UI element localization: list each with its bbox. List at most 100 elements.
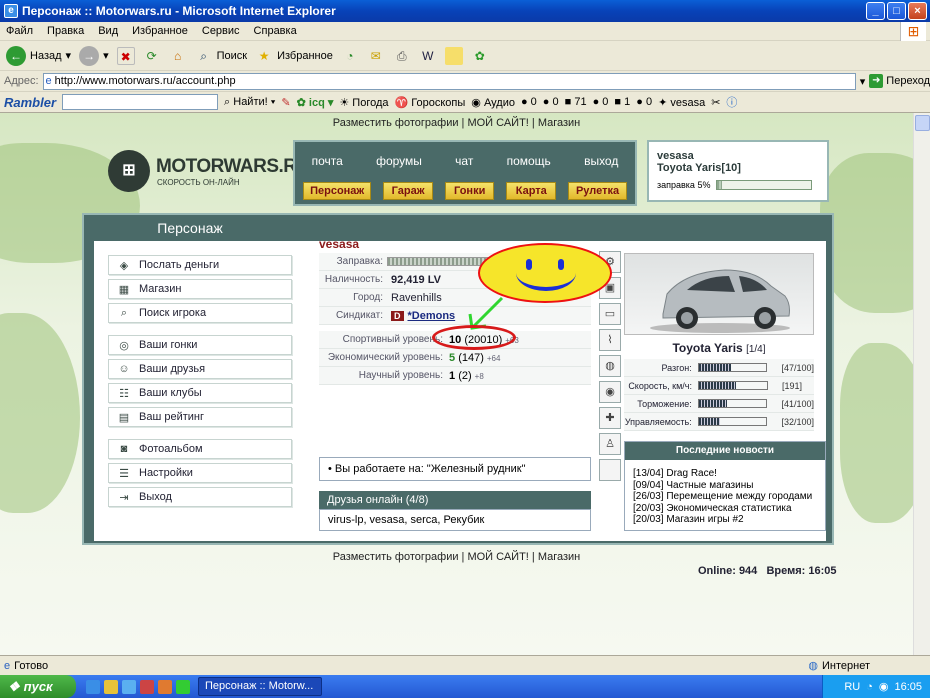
counter-2[interactable]: ● 0	[543, 96, 559, 108]
site-logo[interactable]: ⊞ MOTORWARS.RU СКОРОСТЬ ОН-ЛАЙН	[108, 150, 310, 192]
menu-file[interactable]: Файл	[6, 25, 33, 37]
rambler-find-button[interactable]: ⌕ Найти! ▾	[224, 96, 275, 109]
tab-map[interactable]: Карта	[506, 182, 557, 200]
print-icon[interactable]: ⎙	[393, 47, 411, 65]
tab-character[interactable]: Персонаж	[303, 182, 372, 200]
start-button[interactable]: ❖ пуск	[0, 675, 76, 698]
search-button[interactable]: ⌕ Поиск	[195, 47, 247, 65]
menu-send-money[interactable]: ◈ Послать деньги	[108, 255, 292, 275]
driver-icon[interactable]: ♙	[599, 433, 621, 455]
wheel-icon[interactable]: ◉	[599, 381, 621, 403]
edit-icon[interactable]: W	[419, 47, 437, 65]
settings-icon: ☰	[119, 467, 129, 480]
nav-help[interactable]: помощь	[507, 154, 551, 168]
menu-help[interactable]: Справка	[254, 25, 297, 37]
minimize-button[interactable]: _	[866, 2, 885, 20]
address-dropdown-icon[interactable]: ▾	[860, 75, 866, 88]
fuel-label: заправка 5%	[657, 180, 711, 190]
horoscope-button[interactable]: ♈ Гороскопы	[395, 96, 466, 109]
menu-your-friends[interactable]: ☺ Ваши друзья	[108, 359, 292, 379]
friends-list[interactable]: virus-lp, vesasa, serca, Рекубик	[319, 509, 591, 531]
tab-garage[interactable]: Гараж	[383, 182, 433, 200]
weather-button[interactable]: ☀ Погода	[339, 96, 388, 109]
stop-icon[interactable]: ✖	[116, 46, 135, 65]
page-scrollbar[interactable]	[913, 113, 930, 655]
car-image[interactable]	[624, 253, 814, 335]
menu-exit[interactable]: ⇥ Выход	[108, 487, 292, 507]
car-stat-fill	[699, 382, 737, 389]
menu-shop[interactable]: ▦ Магазин	[108, 279, 292, 299]
ie-icon: e	[4, 4, 18, 18]
news-item[interactable]: [09/04] Частные магазины	[633, 480, 817, 492]
menu-favorites[interactable]: Избранное	[132, 25, 188, 37]
menu-settings[interactable]: ☰ Настройки	[108, 463, 292, 483]
forward-button[interactable]: → ▾	[79, 45, 109, 66]
messenger-icon[interactable]: ✿	[471, 47, 489, 65]
news-item[interactable]: [26/03] Перемещение между городами	[633, 491, 817, 503]
ie-quicklaunch-icon[interactable]	[86, 679, 100, 694]
refresh-icon[interactable]: ⟳	[143, 47, 161, 65]
folder-quicklaunch-icon[interactable]	[104, 679, 118, 694]
tray-icon[interactable]: ◉	[879, 680, 889, 693]
news-item[interactable]: [20/03] Магазин игры #2	[633, 514, 817, 526]
top-links[interactable]: Разместить фотографии | МОЙ САЙТ! | Мага…	[0, 117, 913, 129]
news-item[interactable]: [13/04] Drag Race!	[633, 468, 817, 480]
app-quicklaunch-icon[interactable]	[140, 679, 154, 694]
counter-5[interactable]: ■ 1	[614, 96, 630, 108]
counter-4[interactable]: ● 0	[593, 96, 609, 108]
tab-roulette[interactable]: Рулетка	[568, 182, 627, 200]
address-input[interactable]: e http://www.motorwars.ru/account.php	[42, 72, 856, 90]
home-icon[interactable]: ⌂	[169, 47, 187, 65]
close-button[interactable]: ×	[908, 2, 927, 20]
icq-button[interactable]: ✿ icq ▾	[297, 96, 334, 109]
empty-slot[interactable]	[599, 459, 621, 481]
rambler-logo[interactable]: Rambler	[4, 95, 56, 110]
menu-your-clubs[interactable]: ☷ Ваши клубы	[108, 383, 292, 403]
history-icon[interactable]: ◔	[341, 47, 359, 65]
window-titlebar: e Персонаж :: Motorwars.ru - Microsoft I…	[0, 0, 930, 22]
pencil-icon[interactable]: ✎	[281, 96, 290, 109]
brake-icon[interactable]: ◍	[599, 355, 621, 377]
maximize-button[interactable]: □	[887, 2, 906, 20]
notes-icon[interactable]	[444, 46, 463, 65]
menu-find-player[interactable]: ⌕ Поиск игрока	[108, 303, 292, 323]
menu-your-rating[interactable]: ▤ Ваш рейтинг	[108, 407, 292, 427]
nav-exit[interactable]: выход	[584, 154, 618, 168]
nav-forums[interactable]: форумы	[376, 154, 422, 168]
audio-button[interactable]: ◉ Аудио	[471, 96, 515, 109]
language-indicator[interactable]: RU	[844, 681, 860, 693]
nav-chat[interactable]: чат	[455, 154, 473, 168]
firefox-quicklaunch-icon[interactable]	[158, 679, 172, 694]
syndicate-link[interactable]: *Demons	[404, 310, 456, 322]
desktop-quicklaunch-icon[interactable]	[122, 679, 136, 694]
menu-photo-album[interactable]: ◙ Фотоальбом	[108, 439, 292, 459]
exhaust-icon[interactable]: ▭	[599, 303, 621, 325]
menu-your-races[interactable]: ◎ Ваши гонки	[108, 335, 292, 355]
help-icon[interactable]: ⓘ	[726, 94, 737, 110]
menu-tools[interactable]: Сервис	[202, 25, 240, 37]
tools-icon[interactable]: ✂	[711, 96, 720, 109]
favorites-button[interactable]: ★ Избранное	[255, 47, 333, 65]
counter-1[interactable]: ● 0	[521, 96, 537, 108]
menu-edit[interactable]: Правка	[47, 25, 84, 37]
mail-icon[interactable]: ✉	[367, 47, 385, 65]
smiley-mouth	[516, 255, 576, 291]
fuel-stat-label: Заправка:	[336, 256, 383, 267]
tab-races[interactable]: Гонки	[444, 182, 495, 200]
taskbar-item-ie[interactable]: Персонаж :: Motorw...	[198, 677, 322, 696]
menu-view[interactable]: Вид	[98, 25, 118, 37]
tray-icon[interactable]: ◔	[866, 681, 873, 693]
rambler-user[interactable]: ✦ vesasa	[658, 96, 705, 109]
icq-quicklaunch-icon[interactable]	[176, 679, 190, 694]
news-box: Последние новости [13/04] Drag Race! [09…	[624, 441, 826, 531]
bottom-links[interactable]: Разместить фотографии | МОЙ САЙТ! | Мага…	[0, 551, 913, 563]
suspension-icon[interactable]: ⌇	[599, 329, 621, 351]
nav-mail[interactable]: почта	[312, 154, 343, 168]
go-button[interactable]: ➜ Переход	[869, 74, 930, 88]
counter-3[interactable]: ■ 71	[565, 96, 587, 108]
tool-icon[interactable]: ✚	[599, 407, 621, 429]
rambler-search-input[interactable]	[62, 94, 219, 110]
counter-6[interactable]: ● 0	[636, 96, 652, 108]
news-item[interactable]: [20/03] Экономическая статистика	[633, 503, 817, 515]
back-button[interactable]: ← Назад ▾	[6, 45, 71, 66]
